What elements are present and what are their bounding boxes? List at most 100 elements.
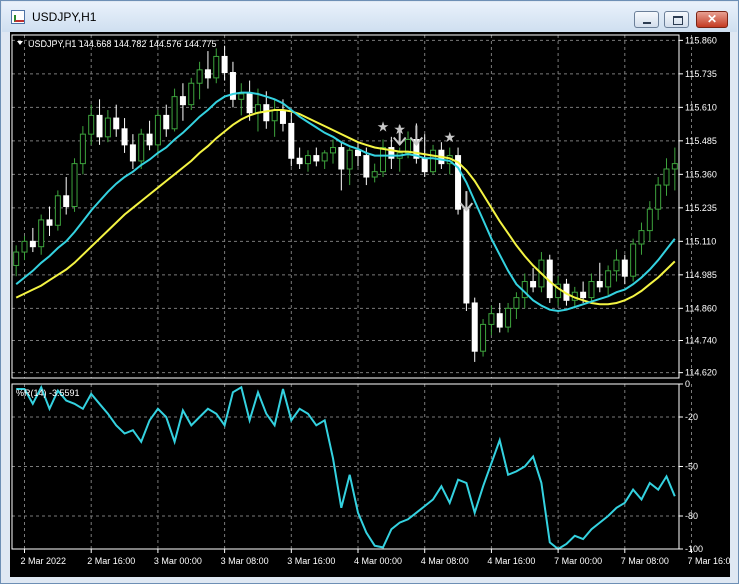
candle-body (430, 149, 437, 173)
candle-body (179, 96, 186, 106)
bullish-candle (71, 158, 78, 212)
candle-body (279, 109, 286, 124)
candle-body (46, 219, 53, 226)
candle-body (496, 313, 503, 328)
price-tick-label: 114.860 (685, 303, 717, 313)
price-tick-label: 114.620 (685, 368, 717, 378)
price-tick-label: 115.735 (685, 69, 717, 79)
price-tick-label: 114.985 (685, 270, 717, 280)
candle-body (621, 259, 628, 277)
candle-body (146, 133, 153, 146)
candle-body (196, 69, 203, 84)
price-tick-label: 114.740 (685, 335, 717, 345)
candle-body (655, 184, 662, 210)
candle-body (513, 297, 520, 309)
close-button[interactable]: ✕ (696, 11, 728, 28)
candle-body (21, 240, 28, 253)
candle-body (613, 259, 620, 272)
time-tick-label: 2 Mar 2022 (21, 556, 67, 566)
time-tick-label: 3 Mar 08:00 (221, 556, 269, 566)
candle-body (288, 122, 295, 159)
candle-body (321, 152, 328, 162)
time-tick-label: 2 Mar 16:00 (87, 556, 135, 566)
candle-body (129, 144, 136, 162)
price-tick-label: 115.860 (685, 35, 717, 45)
candle-body (421, 157, 428, 173)
time-tick-label: 4 Mar 00:00 (354, 556, 402, 566)
candle-body (188, 82, 195, 106)
candle-body (171, 96, 178, 130)
chart-background (10, 32, 730, 577)
candle-body (630, 243, 637, 277)
minimize-button[interactable] (634, 11, 659, 28)
indicator-label: %R(14) -3.5591 (16, 388, 80, 398)
candle-body (605, 270, 612, 288)
candle-body (313, 155, 320, 162)
price-tick-label: 115.235 (685, 203, 717, 213)
candle-body (38, 219, 45, 248)
time-tick-label: 7 Mar 08:00 (621, 556, 669, 566)
candle-body (54, 195, 61, 226)
candle-body (13, 251, 20, 266)
candle-body (480, 323, 487, 352)
candle-body (671, 163, 678, 170)
candle-body (204, 69, 211, 79)
candle-body (221, 55, 228, 74)
candle-body (355, 149, 362, 157)
candle-body (271, 109, 278, 122)
candle-body (154, 114, 161, 146)
bullish-candle (630, 238, 637, 282)
signal-star-icon: ★ (377, 119, 390, 135)
candle-body (88, 114, 95, 135)
candle-body (304, 155, 311, 165)
candle-body (113, 117, 120, 130)
symbol-info: USDJPY,H1 144.668 144.782 144.576 144.77… (28, 39, 217, 49)
indicator-tick-label: 0 (685, 379, 690, 389)
candle-body (213, 55, 220, 79)
time-tick-label: 3 Mar 00:00 (154, 556, 202, 566)
candle-body (296, 157, 303, 165)
time-tick-label: 4 Mar 08:00 (421, 556, 469, 566)
candle-body (104, 117, 111, 138)
candle-body (79, 133, 86, 165)
candle-body (471, 302, 478, 352)
candle-body (121, 128, 128, 146)
bullish-candle (480, 319, 487, 357)
candle-body (380, 147, 387, 173)
candle-body (363, 155, 370, 178)
candle-body (488, 313, 495, 325)
minimize-icon (635, 12, 658, 27)
signal-star-icon: ★ (443, 130, 456, 146)
candle-body (246, 93, 253, 114)
candle-body (63, 195, 70, 207)
candle-body (580, 291, 587, 299)
candle-body (646, 208, 653, 232)
bearish-candle (463, 201, 470, 312)
candle-body (596, 281, 603, 288)
window-title: USDJPY,H1 (32, 10, 97, 24)
price-tick-label: 115.485 (685, 136, 717, 146)
candle-body (163, 114, 170, 130)
candle-body (463, 208, 470, 304)
indicator-tick-label: -80 (685, 511, 698, 521)
price-tick-label: 115.360 (685, 169, 717, 179)
maximize-button[interactable] (664, 11, 689, 28)
price-chart[interactable]: ★ ★★ 115.860115.735115.610115.485115.3601… (10, 32, 730, 577)
candle-body (263, 104, 270, 122)
time-tick-label: 4 Mar 16:00 (487, 556, 535, 566)
time-tick-label: 7 Mar 16:00 (688, 556, 730, 566)
candle-body (138, 133, 145, 162)
candle-body (638, 230, 645, 245)
time-tick-label: 3 Mar 16:00 (287, 556, 335, 566)
indicator-tick-label: -50 (685, 462, 698, 472)
price-tick-label: 115.610 (685, 102, 717, 112)
window-titlebar[interactable]: USDJPY,H1 ✕ (2, 2, 737, 32)
candle-body (371, 171, 378, 178)
price-tick-label: 115.110 (685, 236, 716, 246)
time-tick-label: 7 Mar 00:00 (554, 556, 602, 566)
mt4-chart-window: USDJPY,H1 ✕ ★ ★ ★ 115.860 115.735 115.610 115… (0, 0, 739, 584)
candle-body (588, 281, 595, 299)
bearish-candle (455, 147, 462, 215)
close-icon: ✕ (706, 12, 718, 26)
candle-body (530, 281, 537, 288)
